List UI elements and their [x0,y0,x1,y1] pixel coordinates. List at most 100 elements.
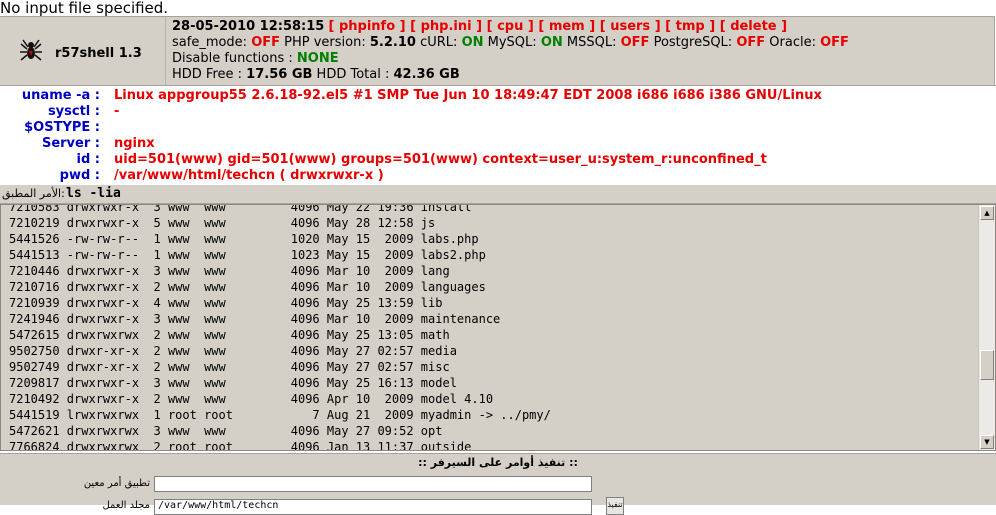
pwd-label: pwd : [59,168,100,183]
postgresql-value: OFF [736,35,766,50]
scrollbar-thumb[interactable] [980,350,994,380]
server-summary: 28-05-2010 12:58:15 [ phpinfo ] [ php.in… [172,19,987,83]
header-line-3: Disable functions : NONE [172,51,987,67]
listing-line: 5472615 drwxrwxrwx 2 www www 4096 May 25… [9,328,450,342]
shell-name: r57shell 1.3 [55,46,142,61]
pwd-value[interactable]: /var/www/html/techcn ( drwxrwxr-x ) [114,168,994,184]
curl-value: ON [461,35,484,50]
work-dir-input[interactable]: /var/www/html/techcn [154,499,592,515]
execute-command-label: تطبيق أمر معين [83,478,150,489]
work-dir-label: مجلد العمل [102,500,150,511]
hdd-total-value: 42.36 GB [393,67,460,82]
menu-link-php-ini[interactable]: php.ini [421,19,472,34]
listing-line: 7210446 drwxrwxr-x 3 www www 4096 Mar 10… [9,264,450,278]
php-version-value: 5.2.10 [369,35,416,50]
menu-bracket-close: ] [584,19,596,34]
system-info: uname -a : sysctl : $OSTYPE : Server : i… [0,85,996,186]
listing-line: 5472621 drwxrwxrwx 3 www www 4096 May 27… [9,424,443,438]
uname-value: Linux appgroup55 2.6.18-92.el5 #1 SMP Tu… [114,88,822,103]
menu-bracket-open: [ [482,19,498,34]
server-commands-panel: تطبيق أمر معين مجلد العمل /var/www/html/… [0,472,996,515]
ostype-value [114,120,994,136]
listing-line: 7210716 drwxrwxr-x 2 www www 4096 Mar 10… [9,280,486,294]
safe-mode-label: safe_mode: [172,35,248,50]
scroll-up-arrow-icon[interactable]: ▲ [980,206,994,220]
spider-logo-icon [20,39,42,61]
menu-bracket-open: [ [715,19,731,34]
safe-mode-value: OFF [251,35,281,50]
menu-bracket-close: ] [471,19,483,34]
menu-bracket-open: [ [533,19,549,34]
id-value: uid=501(www) gid=501(www) groups=501(www… [114,152,767,167]
menu-bracket-close: ] [704,19,716,34]
sysctl-value: - [114,104,120,119]
info-values: Linux appgroup55 2.6.18-92.el5 #1 SMP Tu… [114,88,994,184]
command-output-text: 7210583 drwxrwxr-x 3 www www 4096 May 22… [9,204,969,451]
listing-line: 7241946 drwxrwxr-x 3 www www 4096 Mar 10… [9,312,501,326]
menu-link-users[interactable]: users [610,19,650,34]
php-version-label: PHP version: [284,35,366,50]
menu-link-mem[interactable]: mem [549,19,585,34]
menu-bracket-open: [ [660,19,676,34]
uname-label: uname -a : [21,88,100,103]
execute-button[interactable]: تنفيذ [606,497,624,515]
header-menu: [ phpinfo ] [ php.ini ] [ cpu ] [ mem ] … [329,19,788,34]
shell-branding: r57shell 1.3 [0,17,166,85]
listing-line: 7209817 drwxrwxr-x 3 www www 4096 May 25… [9,376,457,390]
output-scrollbar[interactable]: ▲ ▼ [978,205,995,450]
listing-line: 9502750 drwxr-xr-x 2 www www 4096 May 27… [9,344,457,358]
postgresql-label: PostgreSQL: [653,35,733,50]
header-line-2: safe_mode: OFF PHP version: 5.2.10 cURL:… [172,35,987,51]
mysql-value: ON [540,35,563,50]
sysctl-label: sysctl : [47,104,100,119]
listing-line: 7766824 drwxrwxrwx 2 root root 4096 Jan … [9,440,472,451]
executed-command-text: ls -lia [66,186,121,201]
header-line-4: HDD Free : 17.56 GB HDD Total : 42.36 GB [172,67,987,83]
disable-functions-label: Disable functions : [172,51,293,66]
id-label: id : [76,152,101,167]
command-output-textarea[interactable]: 7210583 drwxrwxr-x 3 www www 4096 May 22… [0,204,996,451]
oracle-label: Oracle: [769,35,816,50]
menu-bracket-close: ] [776,19,788,34]
no-input-file-notice: No input file specified. [0,0,996,16]
curl-label: cURL: [420,35,458,50]
mssql-value: OFF [620,35,650,50]
server-commands-panel-title: :: تنفيذ أوامر على السيرفر :: [0,453,996,473]
ostype-label: $OSTYPE : [24,120,100,135]
listing-line: 5441519 lrwxrwxrwx 1 root root 7 Aug 21 … [9,408,551,422]
menu-bracket-open: [ [595,19,611,34]
header-line-1: 28-05-2010 12:58:15 [ phpinfo ] [ php.in… [172,19,987,35]
menu-link-phpinfo[interactable]: phpinfo [339,19,395,34]
scroll-down-arrow-icon[interactable]: ▼ [980,435,994,449]
menu-link-tmp[interactable]: tmp [676,19,705,34]
menu-link-delete[interactable]: delete [730,19,776,34]
execute-command-input[interactable] [154,476,592,492]
executed-command-bar: الأمر المطبق: ls -lia [0,185,996,204]
listing-line: 9502749 drwxr-xr-x 2 www www 4096 May 27… [9,360,450,374]
header-panel: r57shell 1.3 28-05-2010 12:58:15 [ phpin… [0,16,995,86]
menu-bracket-close: ] [523,19,534,34]
menu-bracket-close: ] [395,19,406,34]
server-label: Server : [41,136,100,151]
executed-command-label: الأمر المطبق: [2,187,65,200]
menu-bracket-open: [ [328,19,339,34]
menu-link-cpu[interactable]: cpu [497,19,523,34]
hdd-total-label: HDD Total : [316,67,390,82]
info-labels: uname -a : sysctl : $OSTYPE : Server : i… [0,88,100,184]
listing-line: 7210219 drwxrwxr-x 5 www www 4096 May 28… [9,216,436,230]
listing-line: 5441513 -rw-rw-r-- 1 www www 1023 May 15… [9,248,486,262]
menu-bracket-open: [ [405,19,421,34]
listing-line: 7210492 drwxrwxr-x 2 www www 4096 Apr 10… [9,392,494,406]
oracle-value: OFF [820,35,849,50]
listing-line: 7210939 drwxrwxr-x 4 www www 4096 May 25… [9,296,443,310]
mssql-label: MSSQL: [566,35,617,50]
server-value: nginx [114,136,155,151]
hdd-free-label: HDD Free : [172,67,243,82]
mysql-label: MySQL: [487,35,537,50]
hdd-free-value: 17.56 GB [246,67,313,82]
server-datetime: 28-05-2010 12:58:15 [172,19,325,34]
listing-line: 7210583 drwxrwxr-x 3 www www 4096 May 22… [9,204,472,214]
disable-functions-value: NONE [296,51,339,66]
menu-bracket-close: ] [650,19,661,34]
listing-line: 5441526 -rw-rw-r-- 1 www www 1020 May 15… [9,232,479,246]
